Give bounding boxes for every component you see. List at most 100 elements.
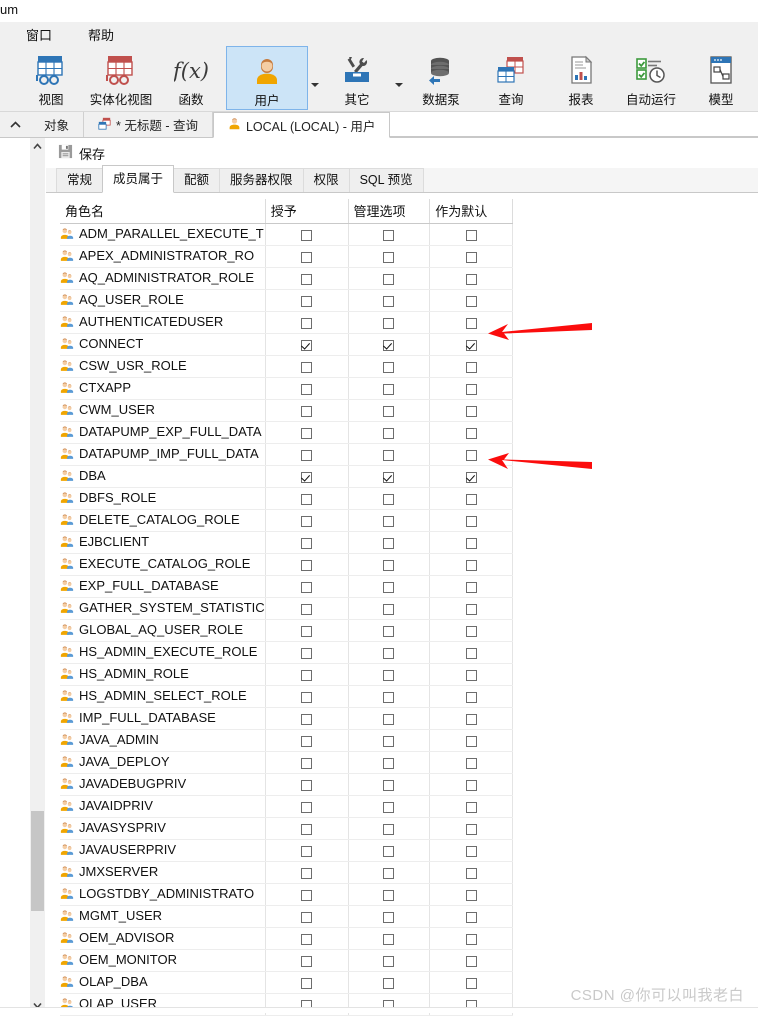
as-default-checkbox-cell[interactable]	[429, 927, 513, 950]
as-default-checkbox-cell[interactable]	[429, 377, 513, 400]
admin-option-checkbox-cell[interactable]	[348, 641, 431, 664]
granted-checkbox-cell[interactable]	[265, 553, 349, 576]
granted-checkbox[interactable]	[301, 846, 313, 858]
column-header-granted[interactable]: 授予	[265, 199, 349, 224]
granted-checkbox[interactable]	[301, 494, 313, 506]
as-default-checkbox[interactable]	[465, 340, 477, 352]
granted-checkbox[interactable]	[301, 252, 313, 264]
granted-checkbox[interactable]	[301, 692, 313, 704]
as-default-checkbox-cell[interactable]	[429, 685, 513, 708]
menu-window[interactable]: 窗口	[22, 23, 56, 46]
as-default-checkbox[interactable]	[465, 692, 477, 704]
role-name-cell[interactable]: CSW_USR_ROLE	[60, 355, 266, 378]
as-default-checkbox[interactable]	[465, 296, 477, 308]
role-name-cell[interactable]: OEM_ADVISOR	[60, 927, 266, 950]
role-name-cell[interactable]: EXP_FULL_DATABASE	[60, 575, 266, 598]
subtab-general[interactable]: 常规	[56, 168, 104, 192]
as-default-checkbox-cell[interactable]	[429, 729, 513, 752]
table-row[interactable]: JAVA_ADMIN	[60, 729, 513, 752]
granted-checkbox[interactable]	[301, 758, 313, 770]
admin-option-checkbox[interactable]	[383, 692, 395, 704]
granted-checkbox[interactable]	[301, 956, 313, 968]
admin-option-checkbox[interactable]	[383, 758, 395, 770]
table-row[interactable]: GLOBAL_AQ_USER_ROLE	[60, 619, 513, 642]
granted-checkbox-cell[interactable]	[265, 883, 349, 906]
ribbon-button-automation[interactable]: 自动运行	[616, 46, 686, 110]
as-default-checkbox-cell[interactable]	[429, 861, 513, 884]
table-row[interactable]: DATAPUMP_IMP_FULL_DATA	[60, 443, 513, 466]
table-row[interactable]: DATAPUMP_EXP_FULL_DATA	[60, 421, 513, 444]
role-name-cell[interactable]: OLAP_DBA	[60, 971, 266, 994]
table-row[interactable]: JAVASYSPRIV	[60, 817, 513, 840]
as-default-checkbox[interactable]	[465, 978, 477, 990]
table-row[interactable]: LOGSTDBY_ADMINISTRATO	[60, 883, 513, 906]
granted-checkbox-cell[interactable]	[265, 927, 349, 950]
granted-checkbox[interactable]	[301, 428, 313, 440]
ribbon-button-materialized-view[interactable]: 实体化视图	[86, 46, 156, 110]
as-default-checkbox[interactable]	[465, 824, 477, 836]
granted-checkbox[interactable]	[301, 670, 313, 682]
ribbon-button-view[interactable]: 视图	[16, 46, 86, 110]
role-name-cell[interactable]: JAVA_DEPLOY	[60, 751, 266, 774]
as-default-checkbox[interactable]	[465, 538, 477, 550]
as-default-checkbox[interactable]	[465, 472, 477, 484]
granted-checkbox[interactable]	[301, 582, 313, 594]
tab-untitled-query[interactable]: * 无标题 - 查询	[84, 112, 213, 137]
table-row[interactable]: CTXAPP	[60, 377, 513, 400]
granted-checkbox[interactable]	[301, 934, 313, 946]
role-name-cell[interactable]: DELETE_CATALOG_ROLE	[60, 509, 266, 532]
granted-checkbox[interactable]	[301, 538, 313, 550]
admin-option-checkbox[interactable]	[383, 648, 395, 660]
role-name-cell[interactable]: MGMT_USER	[60, 905, 266, 928]
as-default-checkbox[interactable]	[465, 560, 477, 572]
admin-option-checkbox-cell[interactable]	[348, 663, 431, 686]
granted-checkbox[interactable]	[301, 230, 313, 242]
vertical-scrollbar[interactable]	[30, 138, 46, 1013]
granted-checkbox-cell[interactable]	[265, 509, 349, 532]
table-row[interactable]: OEM_ADVISOR	[60, 927, 513, 950]
subtab-sql-preview[interactable]: SQL 预览	[348, 168, 424, 192]
table-row[interactable]: HS_ADMIN_SELECT_ROLE	[60, 685, 513, 708]
table-row[interactable]: AQ_USER_ROLE	[60, 289, 513, 312]
as-default-checkbox[interactable]	[465, 494, 477, 506]
role-name-cell[interactable]: CWM_USER	[60, 399, 266, 422]
subtab-member-of[interactable]: 成员属于	[102, 165, 175, 193]
role-name-cell[interactable]: JAVADEBUGPRIV	[60, 773, 266, 796]
admin-option-checkbox[interactable]	[383, 472, 395, 484]
admin-option-checkbox[interactable]	[383, 428, 395, 440]
granted-checkbox-cell[interactable]	[265, 861, 349, 884]
admin-option-checkbox[interactable]	[383, 978, 395, 990]
admin-option-checkbox-cell[interactable]	[348, 575, 431, 598]
admin-option-checkbox-cell[interactable]	[348, 949, 431, 972]
as-default-checkbox-cell[interactable]	[429, 421, 513, 444]
granted-checkbox[interactable]	[301, 362, 313, 374]
as-default-checkbox[interactable]	[465, 934, 477, 946]
as-default-checkbox[interactable]	[465, 758, 477, 770]
table-row[interactable]: MGMT_USER	[60, 905, 513, 928]
admin-option-checkbox[interactable]	[383, 802, 395, 814]
role-name-cell[interactable]: JAVA_ADMIN	[60, 729, 266, 752]
as-default-checkbox-cell[interactable]	[429, 311, 513, 334]
as-default-checkbox[interactable]	[465, 604, 477, 616]
granted-checkbox[interactable]	[301, 472, 313, 484]
admin-option-checkbox-cell[interactable]	[348, 861, 431, 884]
table-row[interactable]: JAVAIDPRIV	[60, 795, 513, 818]
save-button[interactable]: 保存	[79, 144, 105, 163]
table-row[interactable]: OLAP_DBA	[60, 971, 513, 994]
table-row[interactable]: EJBCLIENT	[60, 531, 513, 554]
as-default-checkbox-cell[interactable]	[429, 751, 513, 774]
granted-checkbox[interactable]	[301, 912, 313, 924]
role-name-cell[interactable]: CONNECT	[60, 333, 266, 356]
as-default-checkbox[interactable]	[465, 252, 477, 264]
as-default-checkbox[interactable]	[465, 406, 477, 418]
subtab-privileges[interactable]: 权限	[302, 168, 350, 192]
admin-option-checkbox-cell[interactable]	[348, 619, 431, 642]
granted-checkbox-cell[interactable]	[265, 685, 349, 708]
as-default-checkbox-cell[interactable]	[429, 267, 513, 290]
role-name-cell[interactable]: CTXAPP	[60, 377, 266, 400]
as-default-checkbox-cell[interactable]	[429, 663, 513, 686]
table-row[interactable]: HS_ADMIN_ROLE	[60, 663, 513, 686]
admin-option-checkbox-cell[interactable]	[348, 553, 431, 576]
as-default-checkbox-cell[interactable]	[429, 619, 513, 642]
as-default-checkbox-cell[interactable]	[429, 487, 513, 510]
